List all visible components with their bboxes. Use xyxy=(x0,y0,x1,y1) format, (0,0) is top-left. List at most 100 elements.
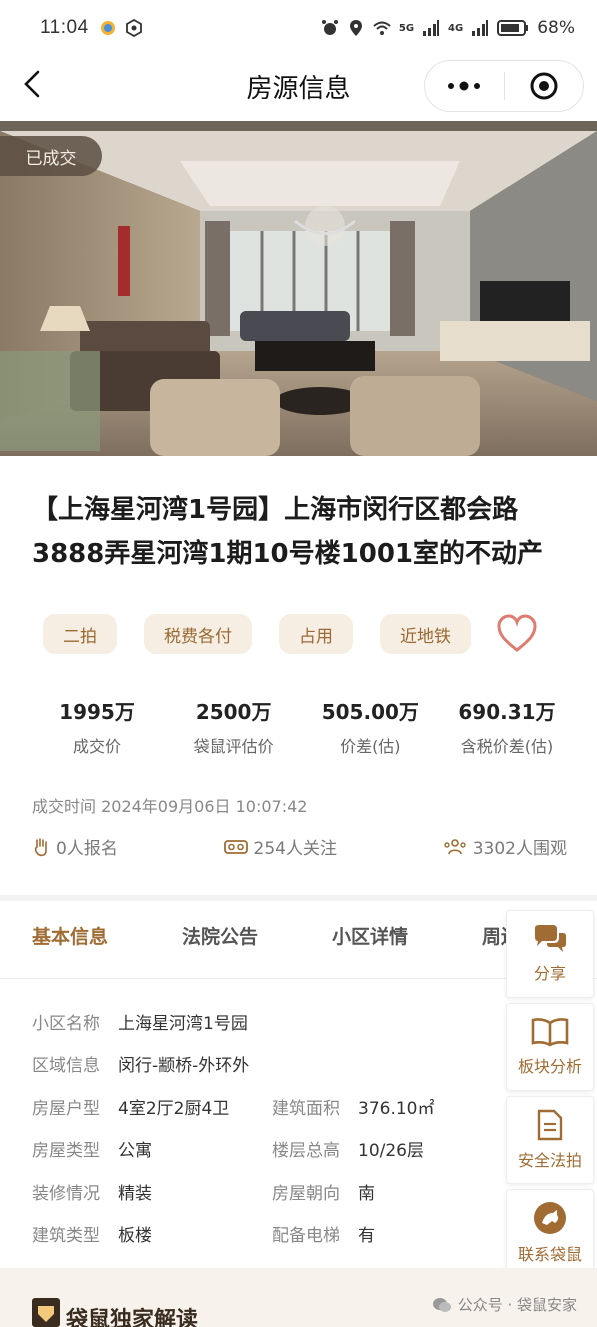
stat-value: 2500万 xyxy=(195,700,272,724)
shield-notification-icon xyxy=(125,19,142,37)
viewer-text: 3302人围观 xyxy=(472,839,567,859)
follow-count: 254人关注 xyxy=(223,834,337,859)
battery-percent: 68% xyxy=(537,18,575,38)
tab-court-notice[interactable]: 法院公告 xyxy=(182,922,332,949)
price-stats: 1995万成交价 2500万袋鼠评估价 505.00万价差(估) 690.31万… xyxy=(32,696,572,757)
app-notification-icon xyxy=(100,21,115,35)
stat-appraisal: 2500万袋鼠评估价 xyxy=(169,696,299,757)
share-button[interactable]: 分享 xyxy=(506,910,594,998)
info-value: 板楼 xyxy=(118,1226,152,1247)
info-cell: 小区名称 上海星河湾1号园 xyxy=(32,1009,512,1034)
info-cell: 建筑面积 376.10㎡ xyxy=(272,1094,512,1119)
info-key: 小区名称 xyxy=(32,1013,100,1034)
info-key: 区域信息 xyxy=(32,1056,100,1077)
section-divider xyxy=(0,895,597,901)
wechat-icon xyxy=(432,1297,451,1312)
tag: 近地铁 xyxy=(380,614,471,654)
signal-5g-icon xyxy=(423,20,440,36)
info-row: 房屋类型 公寓 楼层总高 10/26层 xyxy=(32,1128,512,1171)
info-value: 4室2厅2厨4卫 xyxy=(118,1098,230,1119)
contact-button[interactable]: 联系袋鼠 xyxy=(506,1189,594,1277)
info-value: 上海星河湾1号园 xyxy=(118,1013,248,1034)
follow-text: 254人关注 xyxy=(253,839,337,859)
status-time: 11:04 xyxy=(40,17,89,38)
info-key: 配备电梯 xyxy=(272,1226,340,1247)
info-key: 建筑类型 xyxy=(32,1226,100,1247)
property-title: 【上海星河湾1号园】上海市闵行区都会路3888弄星河湾1期10号楼1001室的不… xyxy=(32,495,543,569)
floating-action-panel: 分享 板块分析 安全法拍 联系袋鼠 xyxy=(506,910,596,1282)
document-icon xyxy=(537,1109,563,1141)
stat-price-gap: 505.00万价差(估) xyxy=(305,696,435,757)
tag: 占用 xyxy=(279,614,353,654)
signal-4g-icon xyxy=(472,20,489,36)
stat-label: 袋鼠评估价 xyxy=(193,737,274,756)
info-row: 装修情况 精装 房屋朝向南 xyxy=(32,1170,512,1213)
target-close-icon xyxy=(530,72,558,100)
engagement-meta: 0人报名 254人关注 3302人围观 xyxy=(32,834,567,859)
wifi-icon xyxy=(373,21,391,35)
info-key: 房屋户型 xyxy=(32,1098,100,1119)
contact-label: 联系袋鼠 xyxy=(517,1245,582,1264)
sold-badge: 已成交 xyxy=(0,136,102,176)
safe-auction-label: 安全法拍 xyxy=(517,1151,582,1170)
share-label: 分享 xyxy=(533,964,566,983)
tag-list: 二拍 税费各付 占用 近地铁 xyxy=(43,614,471,654)
safe-auction-button[interactable]: 安全法拍 xyxy=(506,1096,594,1184)
vr-glasses-icon xyxy=(223,839,248,854)
stat-label: 价差(估) xyxy=(340,737,401,756)
deal-time: 成交时间 2024年09月06日 10:07:42 xyxy=(32,797,308,816)
more-button[interactable] xyxy=(425,61,504,111)
info-value: 有 xyxy=(358,1226,375,1247)
info-row: 建筑类型 板楼 配备电梯有 xyxy=(32,1213,512,1256)
exclusive-analysis-heading: 袋鼠独家解读 xyxy=(66,1308,199,1327)
info-value: 10/26层 xyxy=(358,1141,424,1162)
miniprogram-capsule xyxy=(424,60,584,112)
battery-icon xyxy=(497,20,529,36)
info-key: 楼层总高 xyxy=(272,1141,340,1162)
stat-tax-price-gap: 690.31万含税价差(估) xyxy=(442,696,572,757)
info-cell: 房屋户型 4室2厅2厨4卫 xyxy=(32,1094,272,1119)
tab-basic-info[interactable]: 基本信息 xyxy=(32,922,182,949)
network-5g-label: 5G xyxy=(398,22,415,34)
info-cell: 配备电梯有 xyxy=(272,1221,512,1246)
info-cell: 区域信息 闵行-颛桥-外环外 xyxy=(32,1051,512,1076)
info-cell: 房屋朝向南 xyxy=(272,1179,512,1204)
info-row: 区域信息 闵行-颛桥-外环外 xyxy=(32,1043,512,1086)
tag: 二拍 xyxy=(43,614,117,654)
sector-analysis-label: 板块分析 xyxy=(517,1057,582,1076)
info-key: 建筑面积 xyxy=(272,1098,340,1119)
info-cell: 房屋类型 公寓 xyxy=(32,1136,272,1161)
basic-info-table: 小区名称 上海星河湾1号园 区域信息 闵行-颛桥-外环外 房屋户型 4室2厅2厨4卫 … xyxy=(32,1000,512,1255)
stat-value: 505.00万 xyxy=(321,700,419,724)
kangaroo-logo-icon xyxy=(534,1202,566,1234)
open-book-icon xyxy=(531,1018,569,1047)
tag: 税费各付 xyxy=(144,614,252,654)
watermark-text: 公众号 · 袋鼠安家 xyxy=(457,1296,577,1314)
close-miniprogram-button[interactable] xyxy=(505,61,584,111)
favorite-heart-icon[interactable] xyxy=(496,614,538,654)
tab-community[interactable]: 小区详情 xyxy=(332,922,482,949)
network-4g-label: 4G xyxy=(448,22,464,34)
signup-count: 0人报名 xyxy=(32,834,118,859)
stat-value: 1995万 xyxy=(59,700,135,724)
stat-label: 成交价 xyxy=(72,737,121,756)
info-row: 房屋户型 4室2厅2厨4卫 建筑面积 376.10㎡ xyxy=(32,1085,512,1128)
info-row: 小区名称 上海星河湾1号园 xyxy=(32,1000,512,1043)
wechat-watermark: 公众号 · 袋鼠安家 xyxy=(432,1294,577,1315)
info-key: 装修情况 xyxy=(32,1183,100,1204)
stat-label: 含税价差(估) xyxy=(460,737,554,756)
hand-icon xyxy=(34,837,47,856)
stat-value: 690.31万 xyxy=(458,700,556,724)
bottom-section: 袋鼠独家解读 公众号 · 袋鼠安家 xyxy=(0,1268,597,1327)
alarm-icon xyxy=(321,20,338,35)
location-icon xyxy=(349,20,362,36)
chat-bubbles-icon xyxy=(535,925,566,952)
info-cell: 建筑类型 板楼 xyxy=(32,1221,272,1246)
brand-logo-icon xyxy=(32,1298,60,1327)
info-cell: 楼层总高 10/26层 xyxy=(272,1136,512,1161)
info-cell: 装修情况 精装 xyxy=(32,1179,272,1204)
stat-deal-price: 1995万成交价 xyxy=(32,696,162,757)
info-key: 房屋类型 xyxy=(32,1141,100,1162)
sector-analysis-button[interactable]: 板块分析 xyxy=(506,1003,594,1091)
status-bar: 11:04 5G 4G 68% xyxy=(0,0,597,56)
